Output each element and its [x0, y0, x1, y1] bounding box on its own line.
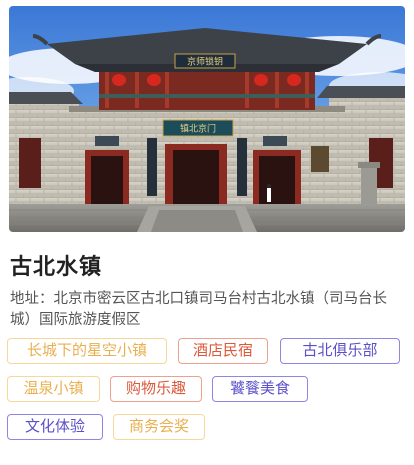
place-name: 古北水镇: [10, 255, 103, 280]
tag-business[interactable]: 商务会奖: [113, 414, 205, 440]
scenic-spot-card[interactable]: 京师锁钥 镇北京门 古北水镇 地址：北京市密云区古北口镇司马台村古北水镇（司马台…: [0, 0, 414, 465]
tag-starry-town[interactable]: 长城下的星空小镇: [7, 338, 167, 364]
tag-hotels[interactable]: 酒店民宿: [178, 338, 268, 364]
gubei-gate-illustration: 京师锁钥 镇北京门: [9, 6, 405, 232]
place-address: 地址：北京市密云区古北口镇司马台村古北水镇（司马台长城）国际旅游度假区: [10, 289, 404, 331]
middle-plaque-text: 镇北京门: [180, 123, 216, 134]
tag-culture[interactable]: 文化体验: [7, 414, 103, 440]
tag-food[interactable]: 饕餮美食: [212, 376, 308, 402]
tag-shopping[interactable]: 购物乐趣: [110, 376, 202, 402]
address-text: 北京市密云区古北口镇司马台村古北水镇（司马台长城）国际旅游度假区: [10, 291, 387, 328]
scenic-photo: 京师锁钥 镇北京门: [9, 6, 405, 232]
top-plaque-text: 京师锁钥: [187, 56, 223, 67]
tag-hot-spring[interactable]: 温泉小镇: [7, 376, 100, 402]
tag-gubei-club[interactable]: 古北俱乐部: [280, 338, 400, 364]
address-label: 地址：: [10, 291, 54, 307]
